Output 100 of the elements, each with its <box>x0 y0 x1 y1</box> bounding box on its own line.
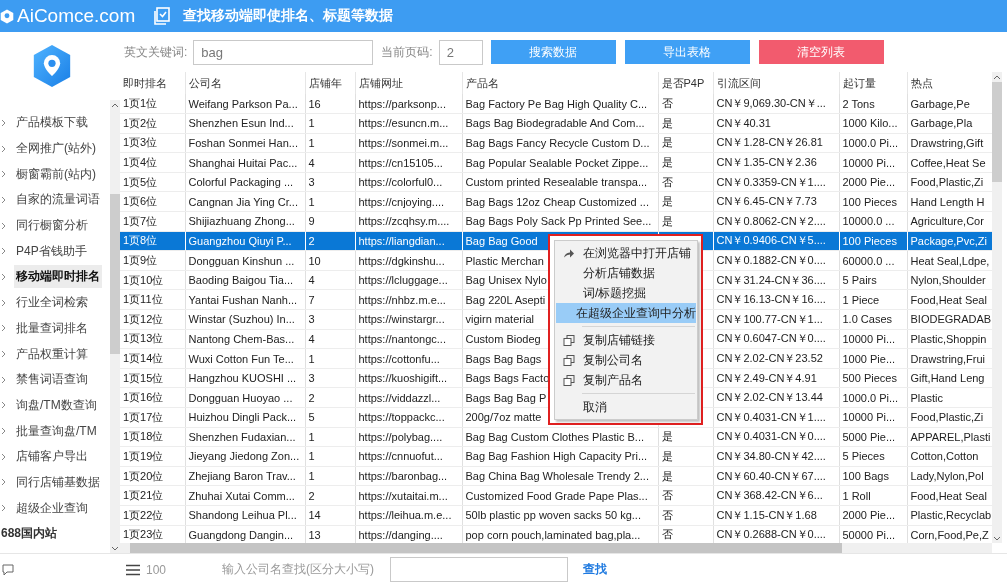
table-cell: Heat Seal,Ldpe, <box>910 254 990 267</box>
table-cell: CN￥1.15-CN￥1.68 <box>716 508 817 521</box>
table-cell: https://colorful0... <box>358 176 443 189</box>
column-header[interactable]: 公司名 <box>185 72 305 94</box>
chat-icon[interactable] <box>2 563 14 576</box>
table-cell: 是 <box>661 469 673 482</box>
table-cell: CN￥1.28-CN￥26.81 <box>716 136 823 149</box>
scrollbar[interactable] <box>120 543 992 553</box>
sidebar-item[interactable]: 产品权重计算 <box>14 342 90 366</box>
scroll-thumb[interactable] <box>110 194 120 354</box>
chevron-icon <box>1 118 6 127</box>
table-cell: Foshan Sonmei Han... <box>188 137 298 149</box>
copy-icon <box>563 334 575 346</box>
page-field[interactable]: 2 <box>438 39 483 65</box>
table-cell: 2000 Pie... <box>842 176 896 189</box>
table-cell: Guangzhou Qiuyi P... <box>188 234 292 247</box>
table-cell: 1.0 Cases <box>842 313 893 326</box>
sidebar-item[interactable]: 批量查询盘/TM <box>14 419 99 443</box>
table-cell: 2 Tons <box>842 97 875 110</box>
menu-item[interactable]: 复制公司名 <box>556 350 696 370</box>
column-header[interactable]: 店铺网址 <box>355 72 462 94</box>
table-cell: 1000.0 Pi... <box>842 137 899 149</box>
location-pin-icon <box>32 44 72 88</box>
table-cell: 是 <box>661 430 673 443</box>
table-cell: Bags Bag Bag P <box>465 391 547 404</box>
table-cell: Dongguan Huoyao ... <box>188 391 293 404</box>
table-cell: 10000 Pi... <box>842 411 896 424</box>
table-cell: Bag 220L Asepti <box>465 293 546 306</box>
sidebar-item[interactable]: 同行店铺基数据 <box>14 470 102 494</box>
sidebar-item[interactable]: 店铺客户导出 <box>14 445 90 469</box>
table-cell: Food,Heat Seal <box>910 489 987 502</box>
column-header[interactable]: 店铺年 <box>305 72 355 94</box>
sidebar-item[interactable]: 批量查词排名 <box>14 316 90 340</box>
menu-item[interactable]: 复制产品名 <box>556 370 696 390</box>
table-cell: 是 <box>661 116 673 129</box>
column-header[interactable]: 热点 <box>907 72 992 94</box>
table-cell: Baoding Baigou Tia... <box>188 274 294 287</box>
table-cell: pop corn pouch,laminated bag,pla... <box>465 528 641 541</box>
sidebar-item[interactable]: 全网推广(站外) <box>14 137 98 161</box>
table-cell: Bag Bags Poly Sack Pp Printed See... <box>465 215 652 228</box>
table-cell: CN￥16.13-CN￥16.... <box>716 293 826 306</box>
table-cell: 1页18位 <box>123 430 164 443</box>
company-search-field[interactable] <box>390 557 569 582</box>
table-cell: Jieyang Jiedong Zon... <box>188 450 300 463</box>
menu-item[interactable]: 分析店铺数据 <box>556 263 696 283</box>
table-cell: 是 <box>661 214 673 227</box>
table-cell: 1页11位 <box>123 293 163 306</box>
table-cell: 1 <box>308 430 315 443</box>
table-cell: Bag Popular Sealable Pocket Zippe... <box>465 156 649 169</box>
table-cell: 200g/7oz matte <box>465 411 542 424</box>
table-cell: https://danging.... <box>358 528 443 541</box>
keyword-field[interactable]: bag <box>193 39 374 65</box>
table-cell: https://kuoshigift... <box>358 372 448 385</box>
sidebar-item[interactable]: 禁售词语查询 <box>14 368 90 392</box>
chevron-icon <box>1 427 6 436</box>
menu-item[interactable]: 词/标题挖掘 <box>556 283 696 303</box>
sidebar-item[interactable]: 超级企业查询 <box>14 496 90 520</box>
table-cell: Plastic <box>910 391 943 404</box>
sidebar-item[interactable]: 橱窗霸前(站内) <box>14 162 98 186</box>
table-cell: Shandong Leihua Pl... <box>188 509 297 522</box>
find-link[interactable]: 查找 <box>583 561 608 578</box>
table-cell: 3 <box>308 372 315 385</box>
column-header[interactable]: 即时排名 <box>120 72 185 94</box>
table-cell: 1000 Pie... <box>842 352 896 365</box>
chevron-icon <box>1 298 6 307</box>
sidebar-item[interactable]: P4P省钱助手 <box>14 239 89 263</box>
scrollbar[interactable] <box>992 72 1002 543</box>
table-cell: 1页14位 <box>123 352 164 364</box>
chevron-icon <box>1 324 6 333</box>
menu-item[interactable]: 取消 <box>556 397 696 417</box>
table-cell: CN￥2.49-CN￥4.91 <box>716 371 817 384</box>
table-cell: Huizhou Dingli Pack... <box>188 411 297 424</box>
column-header[interactable]: 产品名 <box>462 72 658 94</box>
menu-item[interactable]: 复制店铺链接 <box>556 330 696 350</box>
scroll-thumb[interactable] <box>992 82 1002 182</box>
table-cell: 16 <box>308 97 321 110</box>
copy-icon <box>563 354 575 366</box>
table-cell: 1 <box>308 137 315 149</box>
menu-item[interactable]: 在超级企业查询中分析 <box>556 303 696 323</box>
table-cell: 9 <box>308 215 315 228</box>
table-cell: CN￥0.3359-CN￥1.... <box>716 175 826 188</box>
scrollbar[interactable] <box>110 100 120 553</box>
table-cell: 5 <box>308 411 315 424</box>
sidebar-item[interactable]: 询盘/TM数查询 <box>14 393 99 417</box>
menu-item[interactable]: 在浏览器中打开店铺 <box>556 243 696 263</box>
sidebar-item[interactable]: 同行橱窗分析 <box>14 214 90 238</box>
scroll-thumb[interactable] <box>130 543 842 553</box>
column-header[interactable]: 是否P4P <box>658 72 713 94</box>
table-cell: 1页17位 <box>123 410 164 423</box>
sidebar-item[interactable]: 移动端即时排名 <box>14 265 102 289</box>
menu-icon[interactable] <box>126 563 140 576</box>
table-cell: 1页6位 <box>123 195 158 208</box>
sidebar-item[interactable]: 自家的流量词语 <box>14 188 102 212</box>
table-cell: Shijiazhuang Zhong... <box>188 215 295 228</box>
table-cell: 1页8位 <box>123 234 158 247</box>
sidebar-item[interactable]: 产品模板下载 <box>14 111 90 135</box>
table-cell: https://cnnuofut... <box>358 450 443 463</box>
column-header[interactable]: 引流区间 <box>713 72 839 94</box>
sidebar-item[interactable]: 行业全词检索 <box>14 291 90 315</box>
column-header[interactable]: 起订量 <box>839 72 907 94</box>
